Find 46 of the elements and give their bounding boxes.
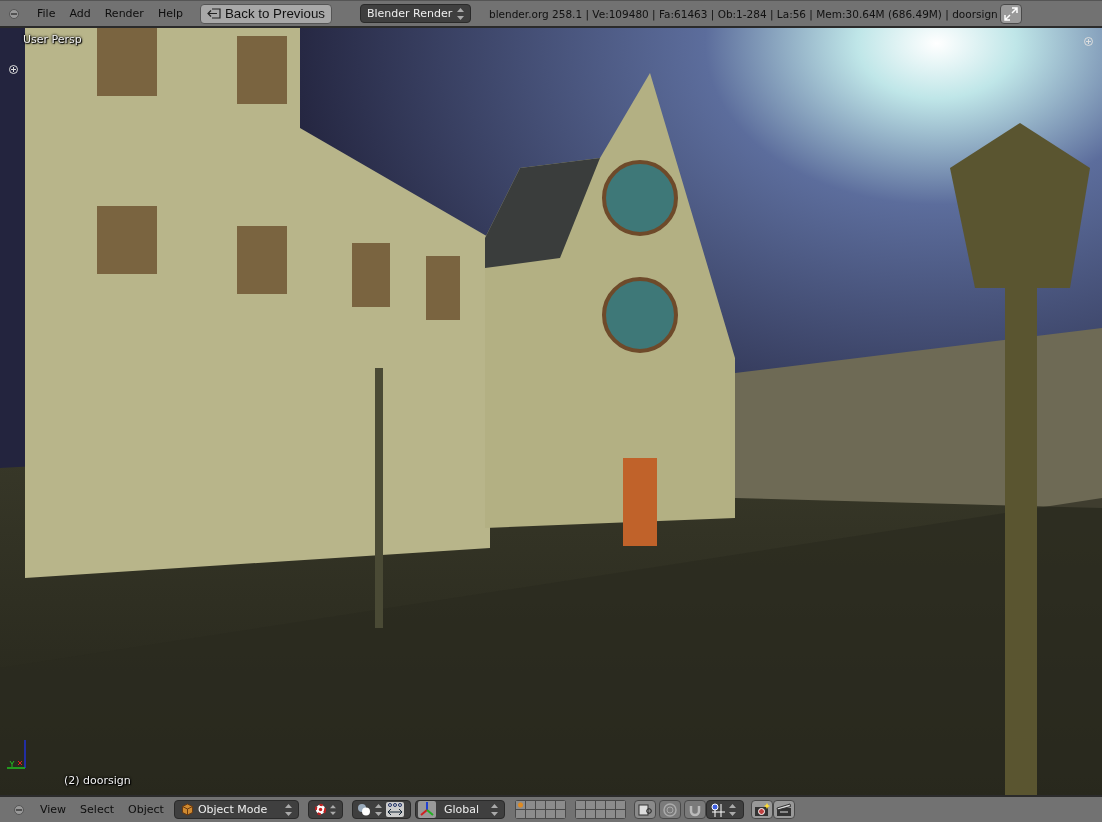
transform-arrows-icon xyxy=(385,802,404,817)
menu-item[interactable]: View xyxy=(33,801,74,818)
fullscreen-button[interactable] xyxy=(1000,3,1022,24)
up-down-arrows-icon xyxy=(329,803,336,816)
layer-grid-icon[interactable] xyxy=(574,800,626,819)
render-animation-button[interactable] xyxy=(772,800,795,819)
up-down-arrows-icon xyxy=(284,803,292,816)
back-to-previous-button[interactable]: Back to Previous xyxy=(199,3,332,24)
render-engine-dropdown[interactable]: Blender Render xyxy=(360,4,471,23)
linked-square-icon xyxy=(637,802,652,817)
menu-item[interactable]: Add xyxy=(62,5,98,22)
proportional-edit-button[interactable] xyxy=(633,800,656,819)
menu-item[interactable]: Object xyxy=(121,801,171,818)
render-image-button[interactable] xyxy=(750,800,773,819)
orientation-dropdown[interactable]: Global xyxy=(414,800,505,819)
up-down-arrows-icon xyxy=(457,7,464,20)
plus-icon[interactable] xyxy=(9,65,18,74)
axis-gizmo-icon xyxy=(5,739,29,769)
occlude-button[interactable] xyxy=(658,800,681,819)
up-down-arrows-icon xyxy=(728,803,736,816)
expand-icon xyxy=(1004,6,1018,21)
lifebuoy-icon xyxy=(314,803,326,816)
menu-item[interactable]: Render xyxy=(97,5,151,22)
menu-item[interactable]: Help xyxy=(150,5,190,22)
snap-button[interactable] xyxy=(683,800,706,819)
up-down-arrows-icon xyxy=(374,803,382,816)
collapse-icon[interactable] xyxy=(9,8,19,19)
layer-grid-icon[interactable] xyxy=(514,800,566,819)
clapperboard-icon xyxy=(775,802,792,817)
scene-statistics: blender.org 258.1 | Ve:109480 | Fa:61463 | Ob:1-284 | La:56 | Mem:30.64M (686.49M) | doorsign xyxy=(489,7,998,20)
camera-icon xyxy=(753,802,770,817)
axes-icon xyxy=(417,801,436,818)
cube-icon xyxy=(180,803,194,816)
menu-item[interactable]: File xyxy=(30,5,63,22)
grid-snap-icon xyxy=(710,802,725,817)
menu-item[interactable]: Select xyxy=(73,801,122,818)
snap-element-dropdown[interactable] xyxy=(705,800,744,819)
circle-icon xyxy=(662,802,677,817)
collapse-icon[interactable] xyxy=(14,804,24,815)
up-down-arrows-icon xyxy=(490,803,498,816)
mode-dropdown[interactable]: Object Mode xyxy=(173,800,299,819)
spheres-icon xyxy=(356,803,371,816)
manipulator-dropdown[interactable] xyxy=(351,800,411,819)
object-label: (2) doorsign xyxy=(64,774,131,787)
pivot-dropdown[interactable] xyxy=(307,800,343,819)
back-arrow-icon xyxy=(206,8,221,19)
